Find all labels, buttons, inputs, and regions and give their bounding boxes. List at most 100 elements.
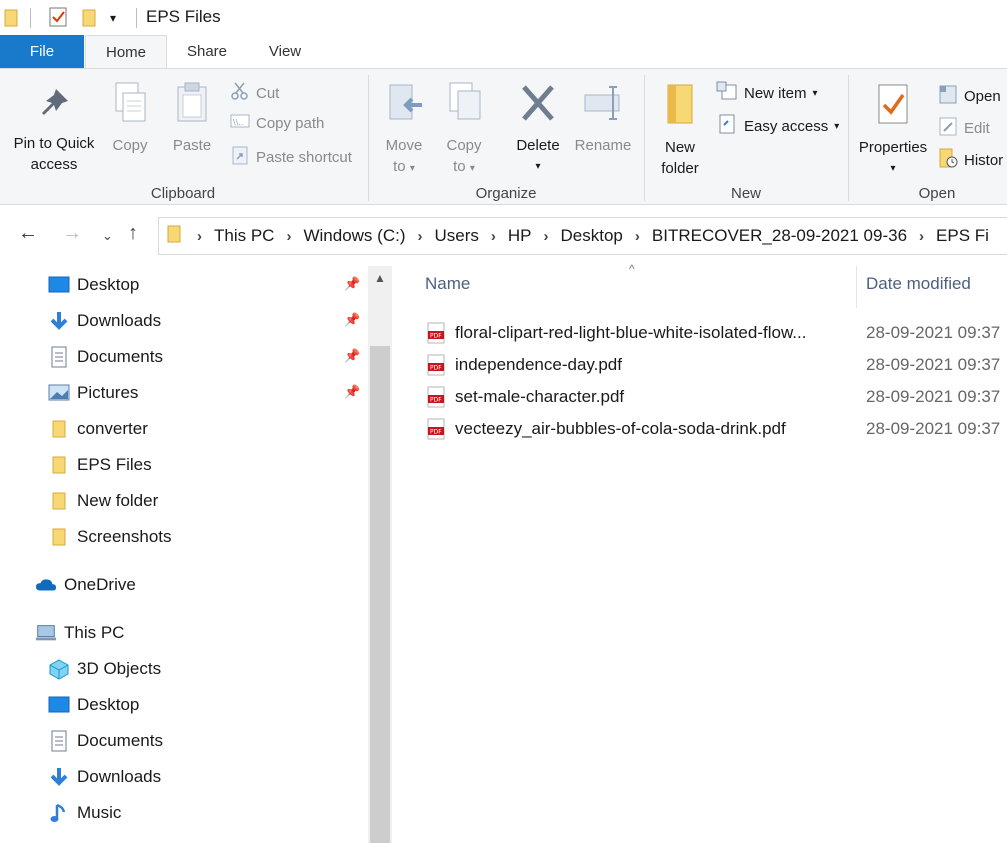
breadcrumb-separator[interactable]: › [919, 228, 924, 245]
open-button[interactable]: Open [938, 83, 1001, 111]
properties-icon[interactable] [48, 6, 68, 33]
rename-button[interactable]: Rename [572, 81, 634, 156]
file-row[interactable]: PDF set-male-character.pdf 28-09-2021 09… [395, 382, 1007, 412]
file-row[interactable]: PDF vecteezy_air-bubbles-of-cola-soda-dr… [395, 414, 1007, 444]
pin-icon[interactable]: 📌 [344, 312, 360, 328]
nav-item-eps-files[interactable]: EPS Files [48, 450, 152, 480]
breadcrumb-this-pc[interactable]: This PC [214, 226, 274, 246]
new-folder-label-line1: New [664, 139, 695, 156]
desktop-icon [48, 274, 70, 296]
delete-button[interactable]: Delete ▾ [510, 81, 566, 177]
copy-button[interactable]: Copy [104, 81, 156, 156]
pin-to-quick-access-button[interactable]: Pin to Quick access [8, 85, 100, 175]
breadcrumb-desktop[interactable]: Desktop [561, 226, 623, 246]
up-arrow-icon[interactable]: ↑ [128, 222, 138, 245]
nav-item-desktop[interactable]: Desktop [48, 270, 139, 300]
edit-button[interactable]: Edit [938, 115, 990, 143]
customize-dropdown-icon[interactable]: ▾ [110, 11, 116, 25]
history-button[interactable]: Histor [938, 147, 1003, 175]
nav-item-label: Desktop [77, 275, 140, 294]
group-separator [368, 75, 369, 201]
breadcrumb-separator[interactable]: › [491, 228, 496, 245]
svg-text:PDF: PDF [430, 397, 442, 404]
column-header-name[interactable]: Name [425, 274, 470, 294]
properties-button[interactable]: Properties ▾ [856, 81, 930, 179]
pin-label-line2: access [30, 156, 78, 173]
breadcrumb-separator[interactable]: › [635, 228, 640, 245]
back-arrow-icon[interactable]: ← [18, 222, 38, 245]
scroll-up-icon[interactable]: ▲ [368, 266, 392, 290]
file-row[interactable]: PDF floral-clipart-red-light-blue-white-… [395, 318, 1007, 348]
nav-item-onedrive[interactable]: OneDrive [35, 570, 136, 600]
easy-access-button[interactable]: Easy access ▾ [716, 113, 839, 141]
pin-icon[interactable]: 📌 [344, 276, 360, 292]
downloads-icon [48, 766, 70, 788]
rename-icon [572, 81, 634, 131]
breadcrumb-windows-c[interactable]: Windows (C:) [303, 226, 405, 246]
nav-item-pictures[interactable]: Pictures [48, 378, 138, 408]
breadcrumb-separator[interactable]: › [286, 228, 291, 245]
file-name: independence-day.pdf [455, 355, 622, 374]
properties-icon [856, 81, 930, 133]
breadcrumb-hp[interactable]: HP [508, 226, 532, 246]
nav-item-3d-objects[interactable]: 3D Objects [48, 654, 161, 684]
paste-shortcut-button[interactable]: Paste shortcut [230, 145, 352, 171]
breadcrumb-separator[interactable]: › [544, 228, 549, 245]
pin-icon[interactable]: 📌 [344, 384, 360, 400]
forward-arrow-icon[interactable]: → [62, 222, 82, 245]
file-row[interactable]: PDF independence-day.pdf 28-09-2021 09:3… [395, 350, 1007, 380]
cut-button[interactable]: Cut [230, 81, 279, 107]
folder-icon [48, 526, 70, 548]
nav-item-this-pc[interactable]: This PC [35, 618, 124, 648]
copy-path-icon: \\.. [230, 113, 250, 135]
nav-item-documents[interactable]: Documents [48, 342, 163, 372]
nav-item-converter[interactable]: converter [48, 414, 148, 444]
recent-locations-chevron-icon[interactable]: ⌄ [102, 228, 113, 244]
address-bar[interactable]: › This PC › Windows (C:) › Users › HP › … [158, 217, 1007, 255]
column-header-date-modified[interactable]: Date modified [866, 274, 971, 294]
nav-item-desktop[interactable]: Desktop [48, 690, 139, 720]
nav-item-screenshots[interactable]: Screenshots [48, 522, 172, 552]
tab-view[interactable]: View [250, 35, 320, 68]
copy-path-button[interactable]: \\.. Copy path [230, 113, 324, 135]
nav-item-label: OneDrive [64, 575, 136, 594]
pin-label-line1: Pin to Quick [13, 135, 95, 152]
copy-to-button[interactable]: Copy to ▾ [438, 81, 490, 179]
chevron-down-icon: ▾ [409, 163, 415, 174]
nav-scrollbar[interactable]: ▲ [368, 266, 392, 843]
breadcrumb-eps-files[interactable]: EPS Fi [936, 226, 989, 246]
ribbon-tabs: File Home Share View [0, 35, 1007, 69]
breadcrumb-users[interactable]: Users [434, 226, 478, 246]
move-to-button[interactable]: Move to ▾ [378, 81, 430, 179]
onedrive-cloud-icon [35, 574, 57, 596]
new-item-button[interactable]: New item ▾ [716, 81, 818, 107]
breadcrumb-separator[interactable]: › [417, 228, 422, 245]
cut-label: Cut [256, 85, 280, 102]
scroll-thumb[interactable] [370, 346, 390, 843]
folder-icon [48, 454, 70, 476]
nav-item-new-folder[interactable]: New folder [48, 486, 158, 516]
history-label: Histor [964, 152, 1004, 169]
tab-file[interactable]: File [0, 35, 84, 68]
paste-button[interactable]: Paste [166, 81, 218, 156]
new-folder-icon[interactable] [82, 8, 96, 33]
pictures-icon [48, 382, 70, 404]
3d-objects-icon [48, 658, 70, 680]
group-separator [644, 75, 645, 201]
nav-item-downloads[interactable]: Downloads [48, 306, 161, 336]
column-separator[interactable] [856, 266, 857, 308]
nav-item-downloads[interactable]: Downloads [48, 762, 161, 792]
breadcrumb-bitrecover[interactable]: BITRECOVER_28-09-2021 09-36 [652, 226, 907, 246]
new-folder-button[interactable]: New folder [652, 81, 708, 179]
move-to-label-line1: Move [385, 137, 423, 154]
nav-item-documents[interactable]: Documents [48, 726, 163, 756]
copy-path-label: Copy path [256, 115, 325, 132]
pin-icon[interactable]: 📌 [344, 348, 360, 364]
downloads-icon [48, 310, 70, 332]
tab-share[interactable]: Share [172, 35, 242, 68]
nav-item-music[interactable]: Music [48, 798, 121, 828]
edit-icon [938, 115, 958, 143]
edit-label: Edit [964, 120, 990, 137]
nav-item-label: Pictures [77, 383, 139, 402]
tab-home[interactable]: Home [85, 35, 167, 69]
